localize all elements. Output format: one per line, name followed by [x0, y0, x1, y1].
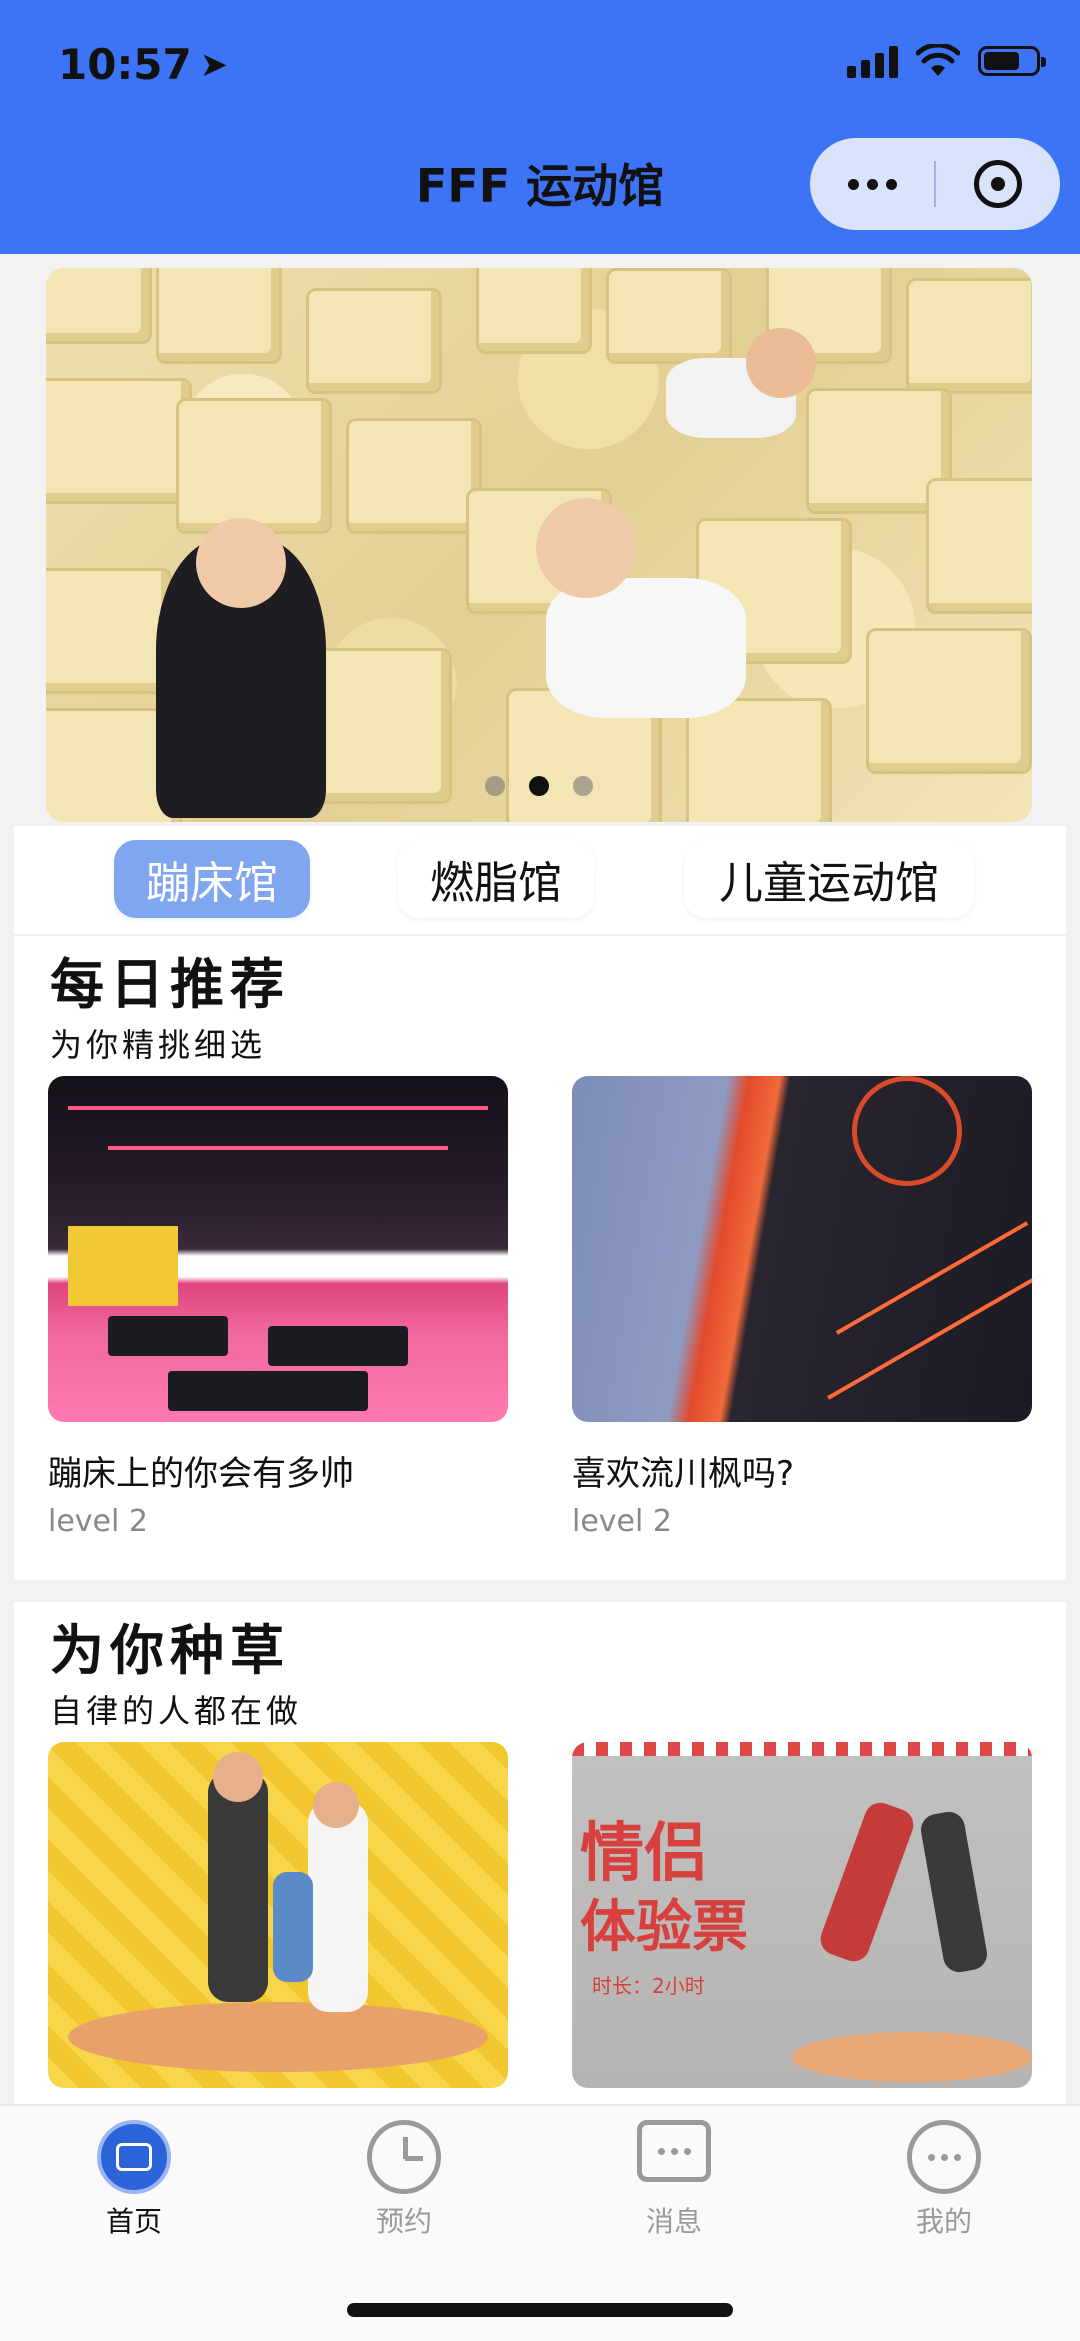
- status-time: 10:57 ➤: [58, 40, 228, 89]
- daily-recommend-section: 每日推荐 为你精挑细选 蹦床上的你会有多帅 level 2 喜欢流川枫吗? le…: [14, 936, 1066, 1580]
- couple-ticket-subtitle: 体验票: [580, 1895, 748, 1960]
- tab-kids-sports[interactable]: 儿童运动馆: [684, 840, 974, 918]
- app-header: 10:57 ➤ FFF 运动馆: [0, 0, 1080, 254]
- card-title[interactable]: 蹦床上的你会有多帅: [48, 1446, 354, 1495]
- home-indicator: [347, 2303, 733, 2317]
- card-title[interactable]: 喜欢流川枫吗?: [572, 1446, 794, 1495]
- battery-icon: [978, 46, 1046, 76]
- section-title: 每日推荐: [50, 953, 290, 1016]
- basketball-hoop-image[interactable]: [572, 1076, 1032, 1422]
- category-tabs: 蹦床馆 燃脂馆 儿童运动馆: [14, 826, 1066, 934]
- tab-booking[interactable]: 预约: [304, 2120, 504, 2240]
- tab-label: 首页: [105, 2205, 162, 2238]
- tab-label: 预约: [375, 2205, 432, 2238]
- section-subtitle: 为你精挑细选: [50, 1026, 267, 1064]
- status-icons: [847, 44, 1046, 78]
- wifi-icon: [916, 44, 960, 76]
- family-trampoline-image[interactable]: [48, 1742, 508, 2088]
- card-level: level 2: [572, 1504, 672, 1539]
- signal-icon: [847, 44, 898, 78]
- tab-home[interactable]: 首页: [34, 2120, 234, 2240]
- target-icon: [974, 160, 1022, 208]
- message-icon: [637, 2120, 711, 2182]
- carousel-dot[interactable]: [573, 776, 593, 796]
- profile-icon: [907, 2120, 981, 2194]
- more-button[interactable]: [810, 178, 934, 190]
- carousel-dot[interactable]: [485, 776, 505, 796]
- clock-icon: [367, 2120, 441, 2194]
- tab-messages[interactable]: 消息: [574, 2120, 774, 2240]
- banner-carousel[interactable]: [46, 268, 1032, 822]
- couple-ticket-duration: 时长：2小时: [592, 1974, 705, 1998]
- card-level: level 2: [48, 1504, 148, 1539]
- tab-fat-burning[interactable]: 燃脂馆: [398, 840, 594, 918]
- section-title: 为你种草: [50, 1619, 290, 1682]
- carousel-dot-active[interactable]: [529, 776, 549, 796]
- tab-label: 我的: [915, 2205, 972, 2238]
- section-subtitle: 自律的人都在做: [50, 1692, 303, 1730]
- tab-profile[interactable]: 我的: [844, 2120, 1044, 2240]
- recommend-for-you-section: 为你种草 自律的人都在做 情侣 体验票 时长：2小时: [14, 1602, 1066, 2104]
- location-arrow-icon: ➤: [199, 44, 229, 85]
- child-photo: [546, 578, 746, 718]
- carousel-indicator: [46, 776, 1032, 796]
- tab-trampoline[interactable]: 蹦床馆: [114, 840, 310, 918]
- trampoline-park-image[interactable]: [48, 1076, 508, 1422]
- couple-ticket-title: 情侣: [580, 1817, 708, 1891]
- tab-label: 消息: [645, 2205, 702, 2238]
- mini-program-capsule: [810, 138, 1060, 230]
- couple-ticket-image[interactable]: 情侣 体验票 时长：2小时: [572, 1742, 1032, 2088]
- status-time-text: 10:57: [58, 40, 192, 89]
- home-icon: [97, 2120, 171, 2194]
- close-program-button[interactable]: [936, 160, 1060, 208]
